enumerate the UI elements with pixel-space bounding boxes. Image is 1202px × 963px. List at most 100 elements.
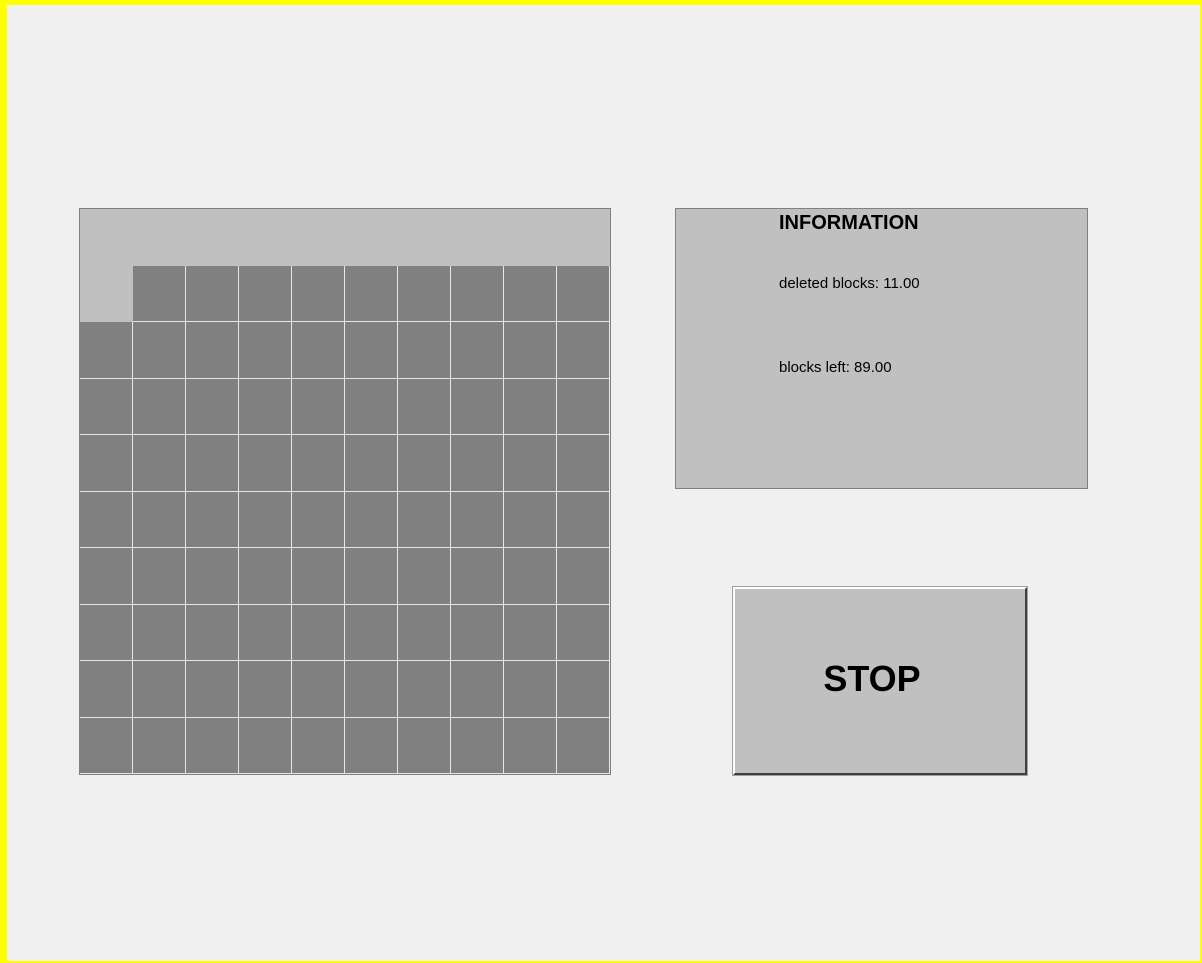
block-cell[interactable] bbox=[557, 605, 610, 661]
deleted-block-cell bbox=[451, 209, 504, 266]
block-cell[interactable] bbox=[398, 718, 451, 774]
block-cell[interactable] bbox=[239, 435, 292, 492]
block-cell[interactable] bbox=[504, 605, 557, 661]
block-cell[interactable] bbox=[133, 379, 186, 435]
game-board bbox=[79, 208, 611, 775]
block-cell[interactable] bbox=[239, 661, 292, 718]
information-panel: INFORMATION deleted blocks: 11.00 blocks… bbox=[675, 208, 1088, 489]
block-cell[interactable] bbox=[345, 718, 398, 774]
block-cell[interactable] bbox=[557, 548, 610, 605]
block-cell[interactable] bbox=[133, 435, 186, 492]
block-cell[interactable] bbox=[504, 718, 557, 774]
block-cell[interactable] bbox=[504, 492, 557, 548]
block-cell[interactable] bbox=[504, 322, 557, 379]
block-cell[interactable] bbox=[557, 661, 610, 718]
block-cell[interactable] bbox=[451, 266, 504, 322]
block-cell[interactable] bbox=[451, 322, 504, 379]
block-cell[interactable] bbox=[186, 548, 239, 605]
block-cell[interactable] bbox=[80, 492, 133, 548]
block-cell[interactable] bbox=[292, 266, 345, 322]
block-cell[interactable] bbox=[239, 266, 292, 322]
block-cell[interactable] bbox=[292, 322, 345, 379]
block-cell[interactable] bbox=[133, 661, 186, 718]
block-cell[interactable] bbox=[186, 266, 239, 322]
deleted-block-cell bbox=[504, 209, 557, 266]
block-cell[interactable] bbox=[292, 379, 345, 435]
block-cell[interactable] bbox=[292, 548, 345, 605]
block-cell[interactable] bbox=[557, 718, 610, 774]
block-cell[interactable] bbox=[557, 266, 610, 322]
block-cell[interactable] bbox=[451, 548, 504, 605]
block-cell[interactable] bbox=[504, 435, 557, 492]
block-cell[interactable] bbox=[504, 266, 557, 322]
block-cell[interactable] bbox=[451, 492, 504, 548]
stop-button[interactable]: STOP bbox=[732, 586, 1028, 776]
block-cell[interactable] bbox=[133, 266, 186, 322]
block-cell[interactable] bbox=[398, 548, 451, 605]
block-cell[interactable] bbox=[504, 548, 557, 605]
block-cell[interactable] bbox=[451, 718, 504, 774]
stop-button-label: STOP bbox=[823, 658, 921, 699]
block-cell[interactable] bbox=[451, 661, 504, 718]
block-cell[interactable] bbox=[557, 492, 610, 548]
block-cell[interactable] bbox=[292, 718, 345, 774]
block-cell[interactable] bbox=[239, 548, 292, 605]
block-cell[interactable] bbox=[292, 492, 345, 548]
block-cell[interactable] bbox=[451, 605, 504, 661]
block-cell[interactable] bbox=[398, 266, 451, 322]
block-cell[interactable] bbox=[239, 718, 292, 774]
block-cell[interactable] bbox=[557, 322, 610, 379]
block-cell[interactable] bbox=[186, 435, 239, 492]
block-cell[interactable] bbox=[133, 605, 186, 661]
block-cell[interactable] bbox=[398, 605, 451, 661]
block-cell[interactable] bbox=[186, 718, 239, 774]
block-cell[interactable] bbox=[345, 379, 398, 435]
block-cell[interactable] bbox=[80, 718, 133, 774]
block-cell[interactable] bbox=[504, 661, 557, 718]
block-cell[interactable] bbox=[292, 605, 345, 661]
block-cell[interactable] bbox=[451, 379, 504, 435]
deleted-block-cell bbox=[345, 209, 398, 266]
block-cell[interactable] bbox=[239, 379, 292, 435]
block-cell[interactable] bbox=[80, 661, 133, 718]
block-cell[interactable] bbox=[80, 548, 133, 605]
block-cell[interactable] bbox=[80, 605, 133, 661]
block-cell[interactable] bbox=[345, 322, 398, 379]
deleted-block-cell bbox=[80, 266, 133, 322]
block-cell[interactable] bbox=[133, 548, 186, 605]
block-cell[interactable] bbox=[239, 605, 292, 661]
block-cell[interactable] bbox=[345, 492, 398, 548]
block-cell[interactable] bbox=[133, 322, 186, 379]
block-cell[interactable] bbox=[557, 435, 610, 492]
block-cell[interactable] bbox=[557, 379, 610, 435]
block-cell[interactable] bbox=[398, 492, 451, 548]
block-cell[interactable] bbox=[398, 379, 451, 435]
block-cell[interactable] bbox=[345, 266, 398, 322]
block-cell[interactable] bbox=[80, 322, 133, 379]
block-cell[interactable] bbox=[186, 661, 239, 718]
block-cell[interactable] bbox=[186, 379, 239, 435]
block-cell[interactable] bbox=[504, 379, 557, 435]
deleted-block-cell bbox=[398, 209, 451, 266]
block-cell[interactable] bbox=[292, 435, 345, 492]
block-cell[interactable] bbox=[398, 435, 451, 492]
block-cell[interactable] bbox=[451, 435, 504, 492]
block-cell[interactable] bbox=[133, 718, 186, 774]
block-cell[interactable] bbox=[186, 605, 239, 661]
block-cell[interactable] bbox=[133, 492, 186, 548]
block-cell[interactable] bbox=[345, 435, 398, 492]
block-cell[interactable] bbox=[80, 379, 133, 435]
block-cell[interactable] bbox=[186, 322, 239, 379]
block-cell[interactable] bbox=[398, 661, 451, 718]
block-cell[interactable] bbox=[239, 492, 292, 548]
block-cell[interactable] bbox=[345, 661, 398, 718]
block-cell[interactable] bbox=[239, 322, 292, 379]
block-cell[interactable] bbox=[186, 492, 239, 548]
block-cell[interactable] bbox=[398, 322, 451, 379]
deleted-block-cell bbox=[133, 209, 186, 266]
deleted-block-cell bbox=[186, 209, 239, 266]
block-cell[interactable] bbox=[292, 661, 345, 718]
block-cell[interactable] bbox=[80, 435, 133, 492]
block-cell[interactable] bbox=[345, 548, 398, 605]
block-cell[interactable] bbox=[345, 605, 398, 661]
